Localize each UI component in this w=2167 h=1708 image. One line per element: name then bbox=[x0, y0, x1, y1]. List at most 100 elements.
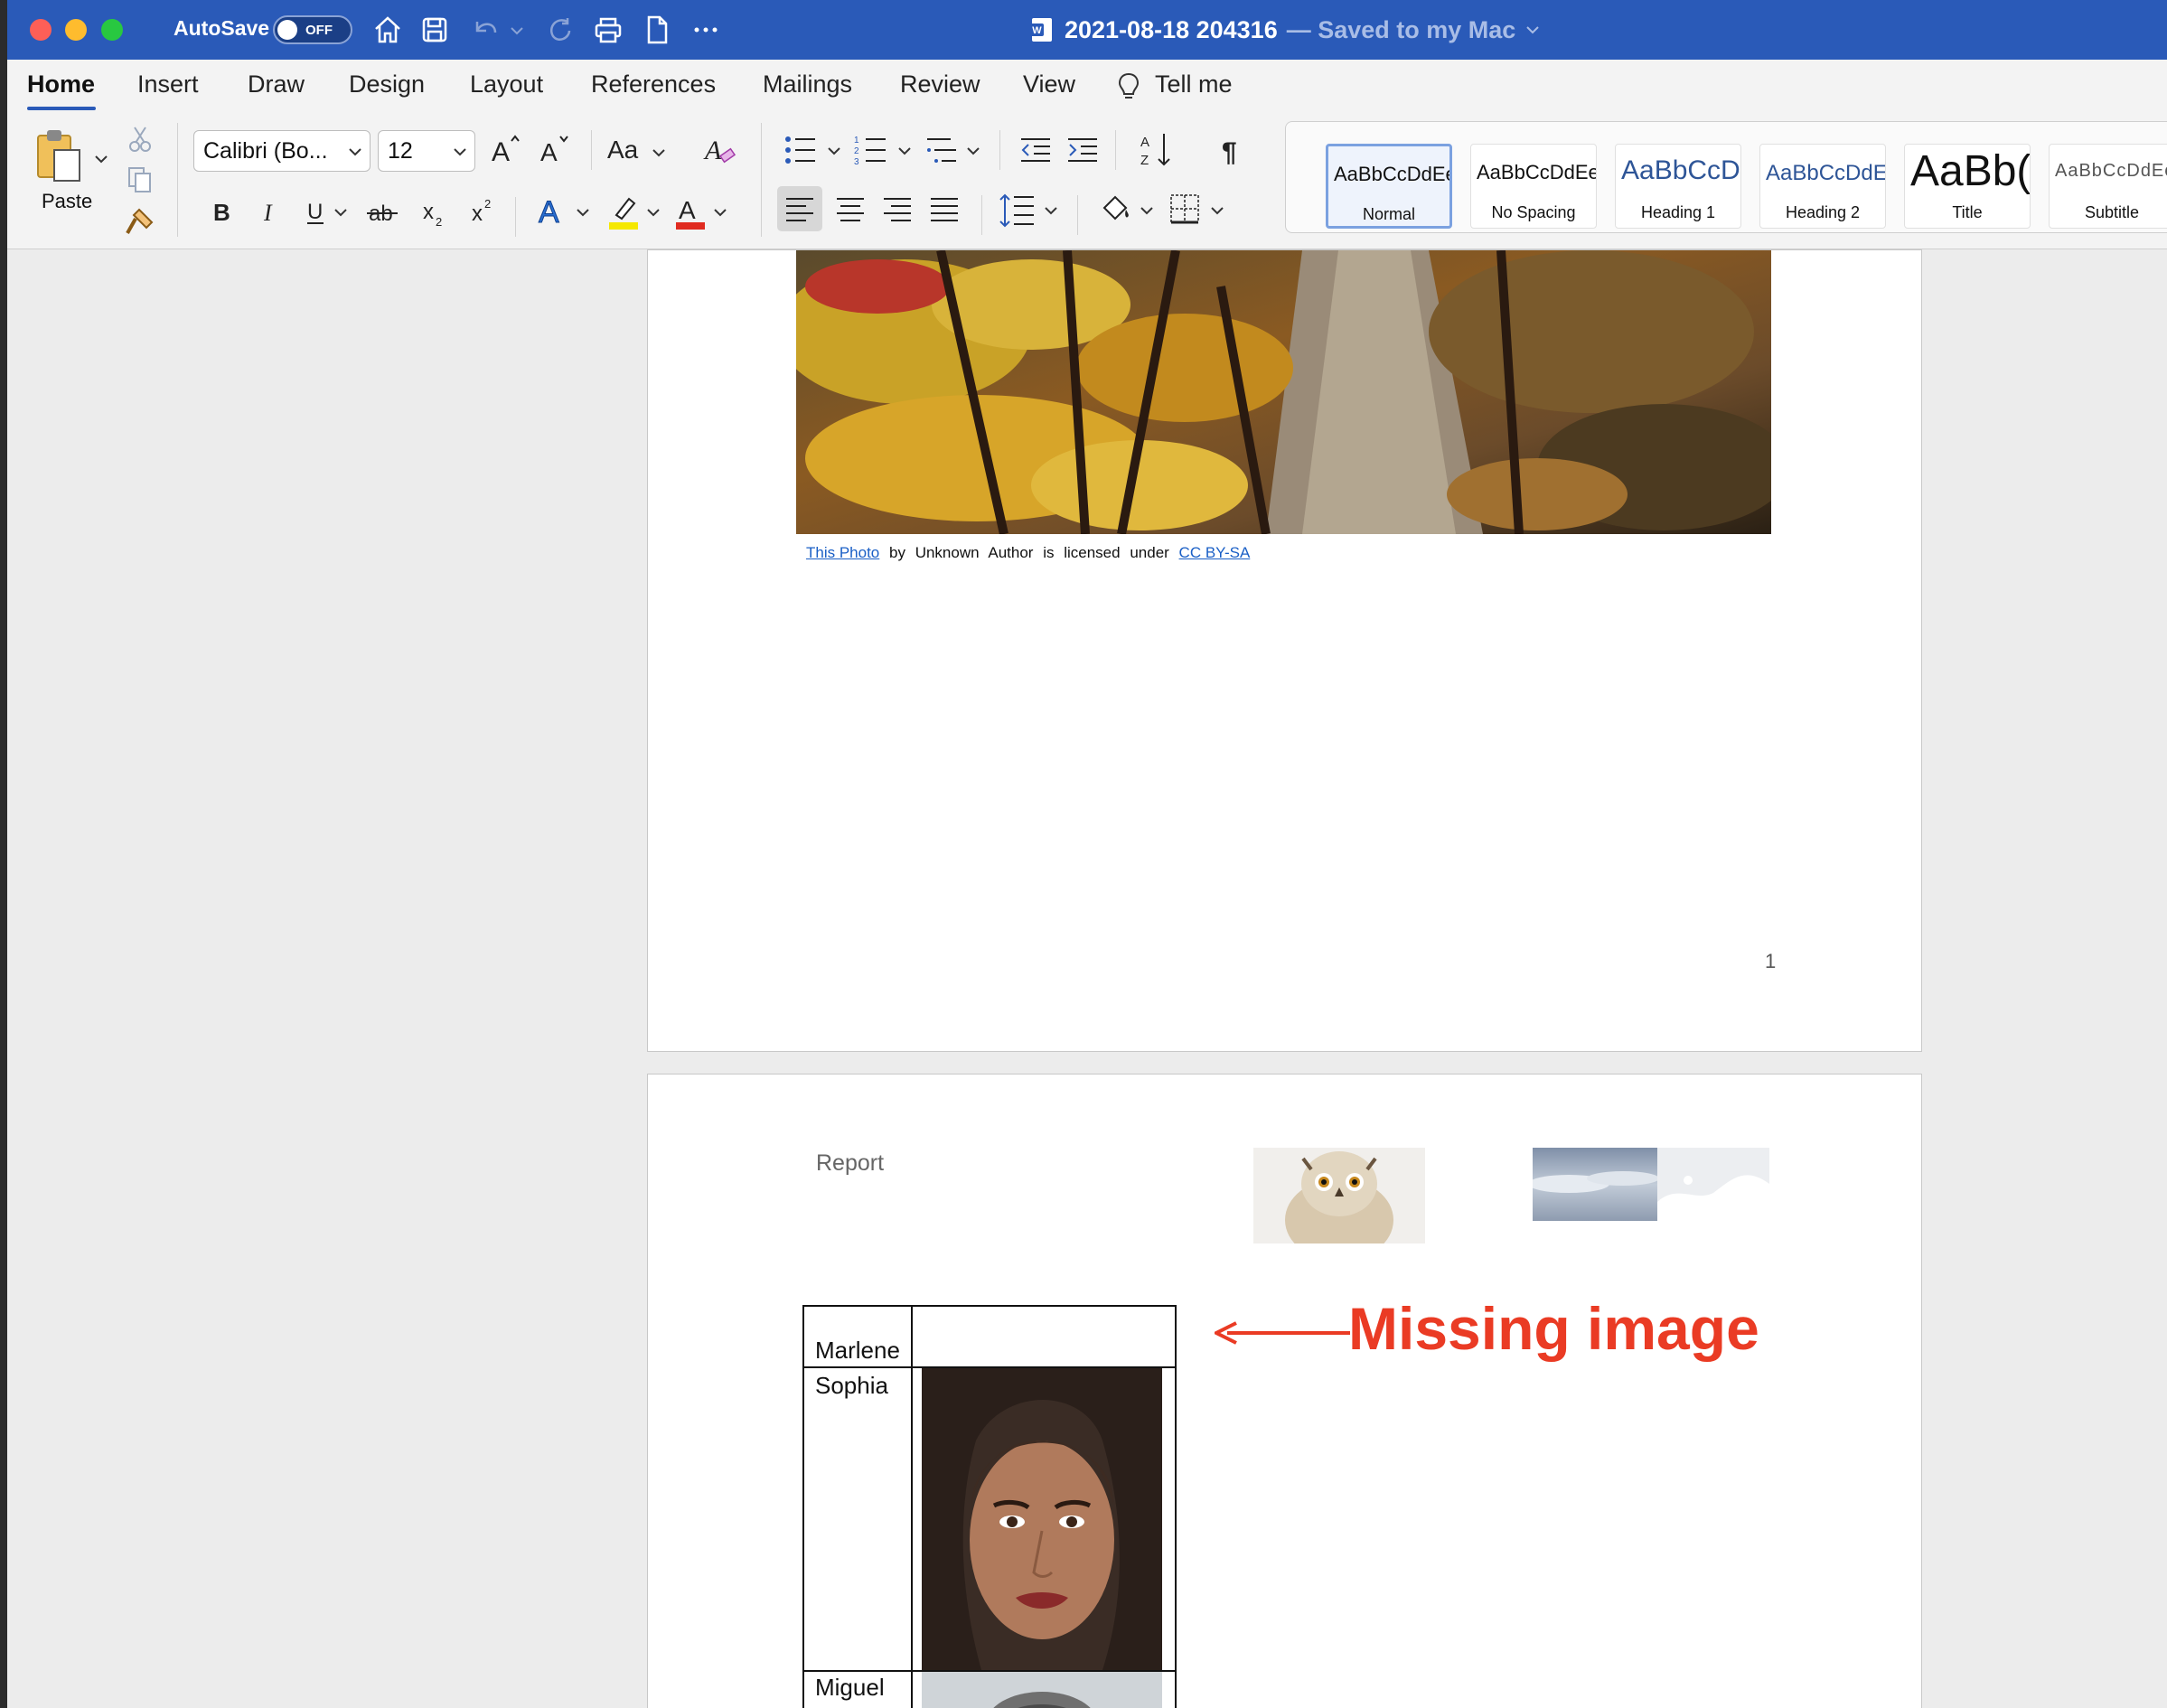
tab-design[interactable]: Design bbox=[349, 70, 425, 99]
tab-view[interactable]: View bbox=[1023, 70, 1075, 99]
chevron-down-icon[interactable] bbox=[1139, 204, 1155, 219]
chevron-down-icon[interactable] bbox=[575, 206, 591, 221]
redo-icon[interactable] bbox=[542, 13, 577, 47]
photo-link[interactable]: This Photo bbox=[806, 544, 879, 561]
document-page-1: This Photo by Unknown Author is licensed… bbox=[647, 249, 1922, 1052]
sort-icon[interactable]: AZ bbox=[1139, 130, 1175, 170]
chevron-down-icon[interactable] bbox=[651, 146, 667, 161]
new-document-icon[interactable] bbox=[640, 13, 674, 47]
borders-icon[interactable] bbox=[1166, 190, 1205, 230]
chevron-down-icon[interactable] bbox=[965, 145, 981, 159]
chevron-down-icon bbox=[349, 148, 361, 156]
superscript-icon[interactable]: x2 bbox=[468, 193, 501, 230]
table-row: Marlene bbox=[802, 1305, 1177, 1368]
chevron-down-icon[interactable] bbox=[896, 145, 913, 159]
underline-icon[interactable]: U bbox=[302, 193, 329, 230]
tell-me-search[interactable]: Tell me bbox=[1155, 70, 1233, 99]
print-icon[interactable] bbox=[591, 13, 625, 47]
svg-text:B: B bbox=[213, 199, 230, 226]
tab-draw[interactable]: Draw bbox=[248, 70, 305, 99]
change-case-button[interactable]: Aa bbox=[607, 136, 638, 164]
svg-text:A: A bbox=[492, 137, 510, 167]
tab-insert[interactable]: Insert bbox=[137, 70, 199, 99]
paste-icon[interactable] bbox=[33, 127, 85, 186]
home-icon[interactable] bbox=[371, 13, 405, 47]
cut-icon[interactable] bbox=[125, 123, 155, 154]
sophia-portrait[interactable] bbox=[922, 1368, 1162, 1670]
license-link[interactable]: CC BY-SA bbox=[1179, 544, 1251, 561]
paste-options-icon[interactable] bbox=[92, 150, 110, 168]
bullets-icon[interactable] bbox=[783, 132, 819, 168]
tab-review[interactable]: Review bbox=[900, 70, 980, 99]
style-heading-2[interactable]: AaBbCcDdEe Heading 2 bbox=[1759, 144, 1886, 229]
autumn-forest-photo[interactable] bbox=[796, 250, 1771, 534]
chevron-down-icon[interactable] bbox=[645, 206, 661, 221]
clear-formatting-icon[interactable]: A bbox=[703, 132, 739, 168]
caption-word: Author bbox=[988, 544, 1034, 561]
style-no-spacing[interactable]: AaBbCcDdEe No Spacing bbox=[1470, 144, 1597, 229]
increase-indent-icon[interactable] bbox=[1065, 132, 1101, 168]
font-name-value: Calibri (Bo... bbox=[203, 137, 328, 164]
document-title[interactable]: W 2021-08-18 204316 — Saved to my Mac bbox=[1028, 14, 1541, 45]
separator bbox=[1077, 195, 1078, 235]
minimize-button[interactable] bbox=[65, 19, 87, 41]
chevron-down-icon[interactable] bbox=[712, 206, 728, 221]
align-right-icon[interactable] bbox=[875, 186, 920, 231]
tab-home[interactable]: Home bbox=[27, 70, 95, 99]
style-name: Normal bbox=[1362, 205, 1415, 223]
tab-mailings[interactable]: Mailings bbox=[763, 70, 852, 99]
maximize-button[interactable] bbox=[101, 19, 123, 41]
lightbulb-icon bbox=[1118, 72, 1140, 99]
style-title[interactable]: AaBb( Title bbox=[1904, 144, 2031, 229]
name-cell: Marlene bbox=[802, 1305, 913, 1368]
chevron-down-icon[interactable] bbox=[826, 145, 842, 159]
format-painter-icon[interactable] bbox=[123, 204, 157, 239]
font-size-dropdown[interactable]: 12 bbox=[378, 130, 475, 172]
save-icon[interactable] bbox=[417, 13, 452, 47]
subscript-icon[interactable]: x2 bbox=[419, 193, 452, 230]
svg-text:U: U bbox=[307, 200, 323, 224]
undo-dropdown-icon[interactable] bbox=[508, 13, 526, 47]
caption-word: under bbox=[1130, 544, 1169, 561]
clouds-image[interactable] bbox=[1533, 1148, 1769, 1221]
align-left-icon bbox=[786, 198, 813, 221]
svg-text:A: A bbox=[703, 136, 722, 165]
style-normal[interactable]: AaBbCcDdEe Normal bbox=[1326, 144, 1452, 229]
shading-icon[interactable] bbox=[1097, 190, 1133, 230]
style-subtitle[interactable]: AaBbCcDdEe Subtitle bbox=[2049, 144, 2167, 229]
chevron-down-icon[interactable] bbox=[1043, 204, 1059, 219]
owl-image[interactable] bbox=[1253, 1148, 1425, 1243]
style-name: Subtitle bbox=[2084, 203, 2140, 221]
tab-references[interactable]: References bbox=[591, 70, 716, 99]
missing-image-cell[interactable] bbox=[911, 1305, 1177, 1368]
line-spacing-icon[interactable] bbox=[998, 190, 1037, 230]
show-formatting-icon[interactable]: ¶ bbox=[1215, 132, 1251, 168]
align-center-icon[interactable] bbox=[828, 186, 873, 231]
multilevel-list-icon[interactable] bbox=[924, 132, 960, 168]
italic-icon[interactable]: I bbox=[258, 193, 284, 230]
autosave-toggle[interactable]: OFF bbox=[273, 15, 352, 44]
style-heading-1[interactable]: AaBbCcDc Heading 1 bbox=[1615, 144, 1741, 229]
justify-icon[interactable] bbox=[922, 186, 967, 231]
more-icon[interactable] bbox=[689, 13, 723, 47]
highlight-icon[interactable] bbox=[605, 192, 642, 231]
text-effects-icon[interactable]: A bbox=[535, 192, 571, 231]
tab-layout[interactable]: Layout bbox=[470, 70, 543, 99]
svg-text:2: 2 bbox=[436, 215, 442, 229]
undo-icon[interactable] bbox=[468, 13, 502, 47]
miguel-portrait[interactable] bbox=[922, 1672, 1162, 1708]
chevron-down-icon[interactable] bbox=[333, 206, 349, 221]
copy-icon[interactable] bbox=[125, 164, 155, 195]
close-button[interactable] bbox=[30, 19, 52, 41]
font-name-dropdown[interactable]: Calibri (Bo... bbox=[193, 130, 371, 172]
decrease-indent-icon[interactable] bbox=[1018, 132, 1054, 168]
decrease-font-size-icon[interactable]: A bbox=[537, 132, 573, 168]
font-color-icon[interactable]: A bbox=[672, 192, 708, 231]
strikethrough-icon[interactable]: ab bbox=[365, 193, 401, 230]
align-left-button[interactable] bbox=[777, 186, 822, 231]
numbering-icon[interactable]: 123 bbox=[853, 132, 889, 168]
table-row: Miguel bbox=[802, 1670, 1177, 1708]
bold-icon[interactable]: B bbox=[210, 193, 235, 230]
increase-font-size-icon[interactable]: A bbox=[488, 132, 524, 168]
chevron-down-icon[interactable] bbox=[1209, 204, 1225, 219]
